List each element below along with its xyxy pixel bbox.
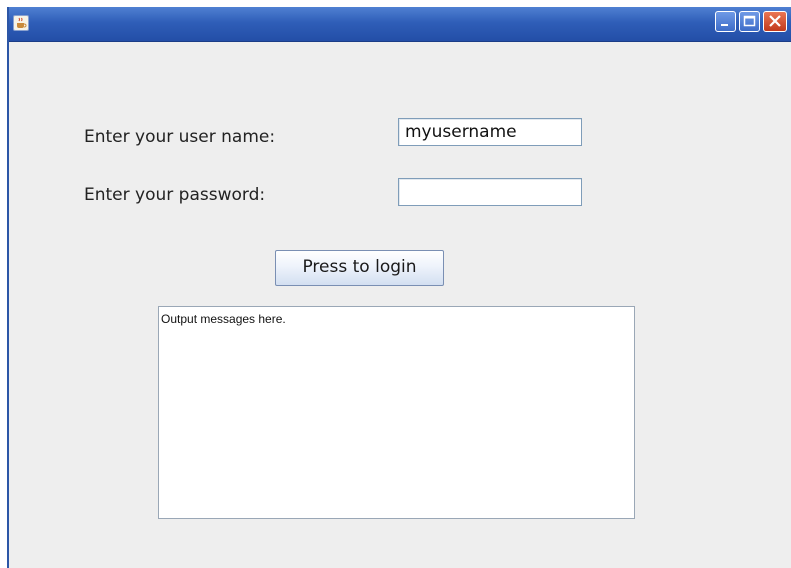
output-messages-area[interactable]: Output messages here. <box>158 306 635 519</box>
login-window: Enter your user name: myusername Enter y… <box>7 7 791 568</box>
login-button[interactable]: Press to login <box>275 250 444 286</box>
java-coffee-cup-icon[interactable] <box>13 15 29 31</box>
username-field[interactable]: myusername <box>398 118 582 146</box>
username-label: Enter your user name: <box>84 127 276 147</box>
password-label: Enter your password: <box>84 185 266 205</box>
minimize-icon[interactable] <box>715 11 736 32</box>
maximize-icon[interactable] <box>739 11 760 32</box>
password-field[interactable] <box>398 178 582 206</box>
close-icon[interactable] <box>763 11 787 32</box>
title-bar[interactable] <box>9 7 791 42</box>
